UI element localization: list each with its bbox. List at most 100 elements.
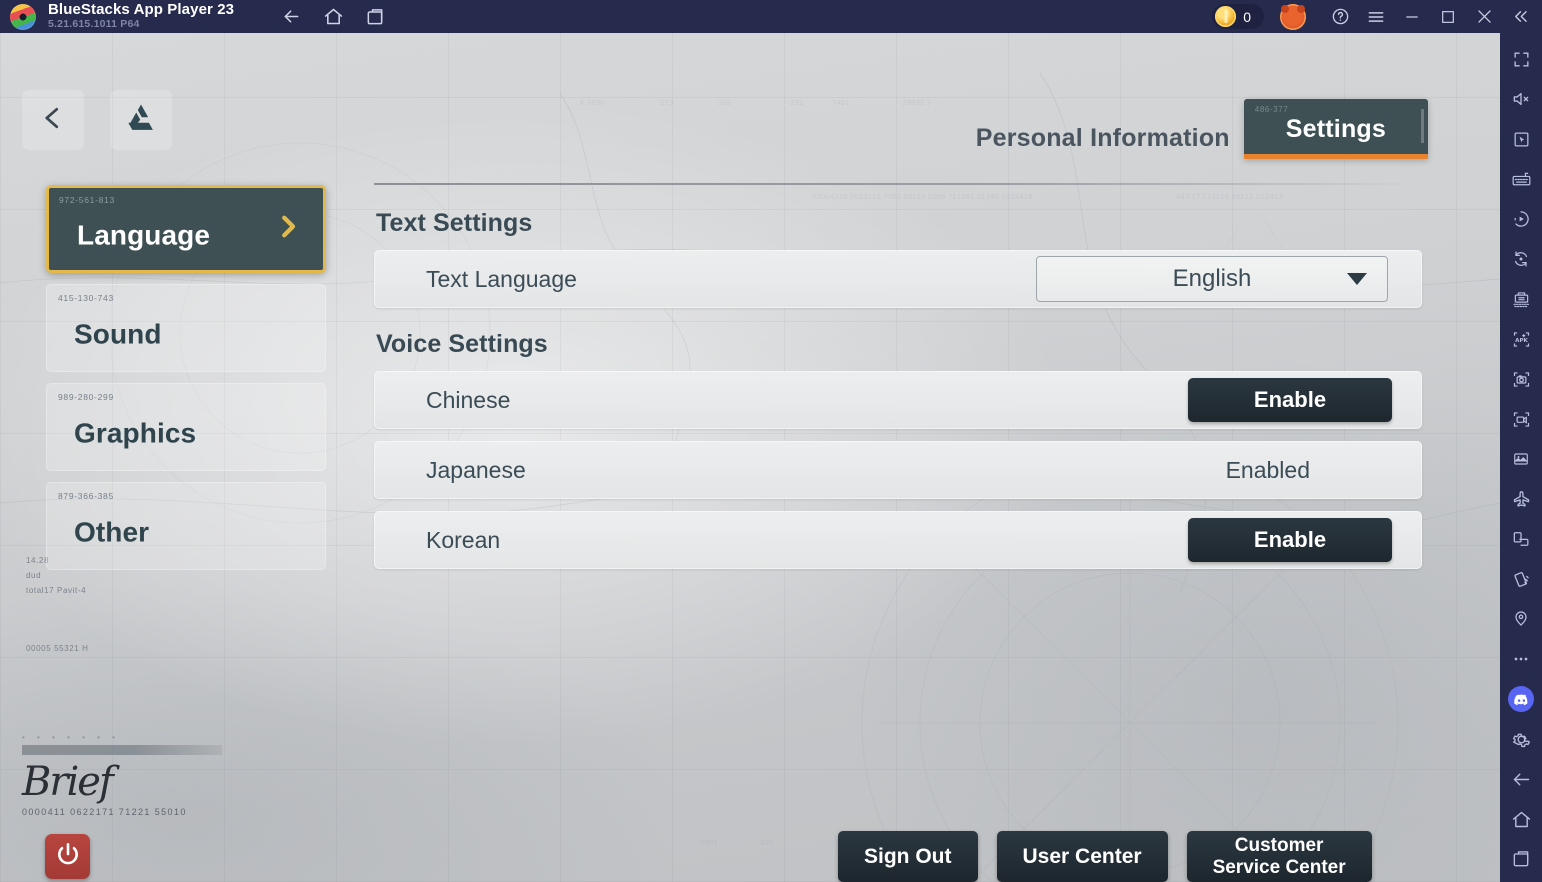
sidebar-item-graphics-label: Graphics bbox=[74, 417, 197, 449]
install-apk-icon[interactable]: APK bbox=[1500, 319, 1542, 359]
row-text-language-label: Text Language bbox=[426, 265, 577, 292]
sign-out-button[interactable]: Sign Out bbox=[838, 831, 978, 882]
decor-signature: Brief bbox=[22, 759, 114, 805]
svg-text:K 1030: K 1030 bbox=[580, 99, 605, 107]
sidebar-item-other-label: Other bbox=[74, 516, 150, 548]
customer-service-center-button[interactable]: Customer Service Center bbox=[1186, 831, 1372, 882]
power-icon bbox=[55, 841, 81, 872]
enable-korean-button[interactable]: Enable bbox=[1188, 518, 1392, 562]
titlebar-nav-group bbox=[280, 6, 386, 28]
multi-instance-icon[interactable] bbox=[364, 6, 386, 28]
chevron-right-icon bbox=[273, 212, 303, 247]
sidebar-item-graphics[interactable]: 989-280-299 Graphics bbox=[46, 383, 326, 471]
tab-settings-label: Settings bbox=[1285, 115, 1386, 143]
airplane-mode-icon[interactable] bbox=[1500, 479, 1542, 519]
home-icon[interactable] bbox=[322, 6, 344, 28]
shake-device-icon[interactable] bbox=[1500, 559, 1542, 599]
sidebar-item-language[interactable]: 972-561-813 Language bbox=[46, 185, 326, 273]
decor-line-3: total17 Pavit-4 bbox=[26, 586, 87, 596]
back-arrow-icon[interactable] bbox=[280, 6, 302, 28]
hamburger-menu-icon[interactable] bbox=[1358, 0, 1394, 33]
section-title-voice-settings: Voice Settings bbox=[376, 330, 548, 358]
double-chevron-left-icon[interactable] bbox=[1502, 0, 1538, 33]
cursor-pointer-icon[interactable] bbox=[1500, 119, 1542, 159]
sign-out-label: Sign Out bbox=[864, 844, 952, 868]
svg-text:430: 430 bbox=[760, 839, 773, 847]
android-home-icon[interactable] bbox=[1500, 799, 1542, 839]
minimize-icon[interactable] bbox=[1394, 0, 1430, 33]
bluestacks-sidebar: APK bbox=[1500, 33, 1542, 882]
enable-chinese-label: Enable bbox=[1253, 387, 1327, 412]
svg-text:7401: 7401 bbox=[832, 99, 850, 107]
row-voice-korean-control: Enable bbox=[1188, 518, 1422, 562]
screenshot-icon[interactable] bbox=[1500, 359, 1542, 399]
svg-text:00004319 0022111 7702 50113: 00004319 0022111 7702 50113 2009 711081 … bbox=[812, 193, 1033, 201]
coin-balance[interactable]: 0 bbox=[1212, 4, 1264, 29]
app-version: 5.21.615.1011 P64 bbox=[48, 18, 140, 31]
decor-dots: • • • • • • • bbox=[22, 733, 120, 742]
android-back-icon[interactable] bbox=[1500, 759, 1542, 799]
row-voice-chinese: Chinese Enable bbox=[374, 371, 1422, 429]
location-pin-icon[interactable] bbox=[1500, 599, 1542, 639]
svg-text:29832 3: 29832 3 bbox=[902, 99, 931, 107]
section-title-text-settings: Text Settings bbox=[376, 209, 533, 237]
tab-settings[interactable]: 486-377 Settings bbox=[1243, 99, 1428, 159]
game-logo-button[interactable] bbox=[110, 90, 172, 150]
mute-volume-icon[interactable] bbox=[1500, 79, 1542, 119]
maximize-icon[interactable] bbox=[1430, 0, 1466, 33]
bluestacks-logo-icon bbox=[10, 3, 36, 30]
tab-personal-information[interactable]: Personal Information bbox=[962, 126, 1244, 159]
chevron-left-icon bbox=[38, 103, 68, 138]
text-language-value: English bbox=[1172, 265, 1252, 292]
svg-text:273: 273 bbox=[660, 99, 673, 107]
close-icon[interactable] bbox=[1466, 0, 1502, 33]
sidebar-item-other[interactable]: 879-366-385 Other bbox=[46, 482, 326, 570]
enable-chinese-button[interactable]: Enable bbox=[1188, 378, 1392, 422]
svg-text:7901: 7901 bbox=[700, 839, 718, 847]
discord-badge bbox=[1508, 686, 1534, 712]
tab-settings-code: 486-377 bbox=[1254, 105, 1289, 114]
row-voice-chinese-label: Chinese bbox=[426, 386, 511, 413]
macro-play-icon[interactable] bbox=[1500, 199, 1542, 239]
svg-text:APK: APK bbox=[1515, 338, 1528, 344]
triangle-logo-icon bbox=[122, 99, 160, 142]
media-manager-icon[interactable] bbox=[1500, 439, 1542, 479]
screen-record-icon[interactable] bbox=[1500, 399, 1542, 439]
customer-service-line-1: Customer bbox=[1234, 835, 1324, 857]
row-text-language-control: English bbox=[1036, 256, 1422, 302]
sidebar-item-sound[interactable]: 415-130-743 Sound bbox=[46, 284, 326, 372]
coin-count: 0 bbox=[1243, 8, 1251, 25]
bear-avatar-icon[interactable] bbox=[1280, 3, 1306, 30]
settings-gear-icon[interactable] bbox=[1500, 719, 1542, 759]
svg-text:318: 318 bbox=[718, 99, 731, 107]
discord-icon[interactable] bbox=[1500, 679, 1542, 719]
help-circle-icon[interactable] bbox=[1322, 0, 1358, 33]
row-voice-korean-label: Korean bbox=[426, 526, 501, 553]
rotate-sync-icon[interactable] bbox=[1500, 239, 1542, 279]
fullscreen-icon[interactable] bbox=[1500, 39, 1542, 79]
sidebar-item-sound-code: 415-130-743 bbox=[58, 293, 114, 303]
decor-bar bbox=[22, 745, 222, 755]
sidebar-item-language-code: 972-561-813 bbox=[59, 195, 115, 205]
svg-text:443'17 114518 39111 //23453: 443'17 114518 39111 //23453 bbox=[1176, 193, 1283, 201]
android-recents-icon[interactable] bbox=[1500, 839, 1542, 879]
sidebar-item-sound-label: Sound bbox=[74, 318, 162, 350]
user-center-button[interactable]: User Center bbox=[996, 831, 1168, 882]
multi-instance-manager-icon[interactable] bbox=[1500, 279, 1542, 319]
keyboard-controls-icon[interactable] bbox=[1500, 159, 1542, 199]
more-options-icon[interactable] bbox=[1500, 639, 1542, 679]
japanese-status-text: Enabled bbox=[1225, 456, 1310, 483]
titlebar-right-group: 0 bbox=[1212, 0, 1542, 33]
row-voice-japanese: Japanese Enabled bbox=[374, 441, 1422, 499]
row-voice-japanese-label: Japanese bbox=[426, 456, 526, 483]
game-back-button[interactable] bbox=[22, 90, 84, 150]
power-button[interactable] bbox=[45, 834, 90, 879]
app-root: BlueStacks App Player 23 5.21.615.1011 P… bbox=[0, 0, 1542, 882]
row-voice-chinese-control: Enable bbox=[1188, 378, 1422, 422]
rotate-screen-icon[interactable] bbox=[1500, 519, 1542, 559]
row-voice-japanese-control: Enabled bbox=[1226, 457, 1422, 484]
text-language-dropdown[interactable]: English bbox=[1036, 256, 1388, 302]
app-title-block: BlueStacks App Player 23 5.21.615.1011 P… bbox=[48, 2, 234, 31]
settings-panel: Text Settings Text Language English Voic… bbox=[374, 209, 1422, 581]
row-text-language: Text Language English bbox=[374, 250, 1422, 308]
